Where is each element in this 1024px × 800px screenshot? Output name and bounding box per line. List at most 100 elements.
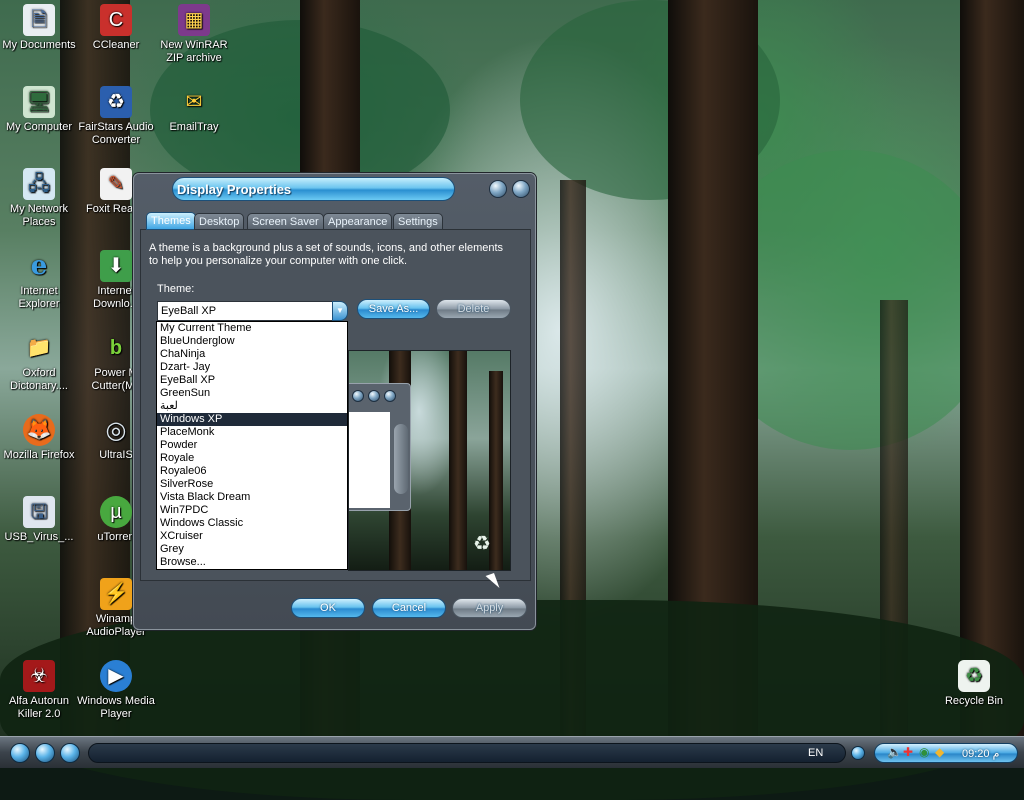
dropdown-item[interactable]: Vista Black Dream xyxy=(157,491,347,504)
email-icon: ✉ xyxy=(185,90,203,113)
disc-icon: ◎ xyxy=(105,416,127,444)
dropdown-item[interactable]: Windows Classic xyxy=(157,517,347,530)
tab-desktop[interactable]: Desktop xyxy=(194,213,245,230)
media-player-icon: ▶ xyxy=(100,660,132,692)
desktop-icon-network-places[interactable]: 🖧 My Network Places xyxy=(0,168,79,229)
theme-preview: ♻ xyxy=(348,350,511,571)
theme-select[interactable]: EyeBall XP xyxy=(157,301,333,321)
desktop-icon-oxford-dictionary[interactable]: 📁 Oxford Dictonary.... xyxy=(0,332,79,393)
utorrent-icon: µ xyxy=(100,496,132,528)
tab-settings[interactable]: Settings xyxy=(393,213,443,230)
tab-appearance[interactable]: Appearance xyxy=(323,213,393,230)
desktop-icon-label: My Computer xyxy=(5,121,73,133)
apply-button[interactable]: Apply xyxy=(452,598,527,618)
folder-icon: 📁 xyxy=(26,336,52,359)
desktop-icon-windows-media-player[interactable]: ▶ Windows Media Player xyxy=(76,660,156,721)
desktop-icon-internet-explorer[interactable]: e Internet Explorer xyxy=(0,250,79,311)
taskbar: EN 🔈 ✚ ◉ ◆ 09:20 م xyxy=(0,736,1024,768)
preview-orb-icon xyxy=(384,390,396,402)
desktop-icon-recycle-bin[interactable]: ♻ Recycle Bin xyxy=(934,660,1014,708)
volume-icon[interactable]: 🔈 xyxy=(887,746,902,758)
close-icon[interactable] xyxy=(512,180,530,198)
theme-dropdown-list: My Current Theme BlueUnderglow ChaNinja … xyxy=(156,321,348,570)
firefox-icon: 🦊 xyxy=(23,414,55,446)
dropdown-item[interactable]: XCruiser xyxy=(157,530,347,543)
usb-drive-icon: 🖫 xyxy=(23,496,55,528)
taskbar-buttons-area[interactable] xyxy=(88,743,846,763)
desktop-icon-label: Internet Explorer xyxy=(18,285,60,310)
desktop-icon-my-documents[interactable]: 🗎 My Documents xyxy=(0,4,79,52)
globe-icon[interactable]: ◉ xyxy=(919,746,929,758)
desktop-icon-alfa-autorun-killer[interactable]: ☣ Alfa Autorun Killer 2.0 xyxy=(0,660,79,721)
desktop-icon-label: Mozilla Firefox xyxy=(3,449,75,461)
desktop-icon-label: New WinRAR ZIP archive xyxy=(160,39,228,64)
chevron-down-icon[interactable]: ▼ xyxy=(332,301,348,321)
audio-converter-icon: ♻ xyxy=(100,86,132,118)
tab-screen-saver[interactable]: Screen Saver xyxy=(247,213,324,230)
security-shield-icon[interactable]: ◆ xyxy=(935,746,944,758)
desktop-icon-label: Foxit Rea xyxy=(86,203,134,215)
desktop-icon-emailtray[interactable]: ✉ EmailTray xyxy=(154,86,234,134)
desktop-icon-label: UltraIS xyxy=(99,449,133,461)
desktop-icon-firefox[interactable]: 🦊 Mozilla Firefox xyxy=(0,414,79,462)
desktop-icon-my-computer[interactable]: 🖥 My Computer xyxy=(0,86,79,134)
desktop-icon-ccleaner[interactable]: C CCleaner xyxy=(76,4,156,52)
virus-killer-icon: ☣ xyxy=(23,660,55,692)
foxit-reader-icon: ✎ xyxy=(100,168,132,200)
clock[interactable]: 09:20 م xyxy=(962,747,999,760)
winamp-icon: ⚡ xyxy=(100,578,132,610)
mp3-cutter-icon: b xyxy=(109,336,123,359)
ok-button[interactable]: OK xyxy=(291,598,365,618)
recycle-bin-icon: ♻ xyxy=(958,660,990,692)
dropdown-item[interactable]: PlaceMonk xyxy=(157,426,347,439)
dropdown-item[interactable]: Win7PDC xyxy=(157,504,347,517)
tray-toggle-icon[interactable] xyxy=(851,746,865,760)
tab-themes[interactable]: Themes xyxy=(146,212,196,230)
dropdown-item[interactable]: SilverRose xyxy=(157,478,347,491)
ccleaner-icon: C xyxy=(100,4,132,36)
quick-launch-orb-icon[interactable] xyxy=(60,743,80,763)
preview-recycle-bin-icon: ♻ xyxy=(473,533,491,555)
dropdown-item[interactable]: ChaNinja xyxy=(157,348,347,361)
network-icon: 🖧 xyxy=(23,168,55,200)
dropdown-item[interactable]: Dzart- Jay xyxy=(157,361,347,374)
minimize-icon[interactable] xyxy=(489,180,507,198)
dropdown-item[interactable]: Royale xyxy=(157,452,347,465)
language-indicator[interactable]: EN xyxy=(808,747,823,759)
delete-button[interactable]: Delete xyxy=(436,299,511,319)
dropdown-item[interactable]: Royale06 xyxy=(157,465,347,478)
quick-launch-orb-icon[interactable] xyxy=(35,743,55,763)
desktop-icon-label: uTorren xyxy=(97,531,135,543)
dropdown-item[interactable]: ﻟﻌﺒﺔ xyxy=(157,400,347,413)
documents-icon: 🗎 xyxy=(23,4,55,36)
dropdown-item-selected[interactable]: Windows XP xyxy=(157,413,347,426)
desktop-icon-label: CCleaner xyxy=(92,39,140,51)
network-tray-icon[interactable]: ✚ xyxy=(903,746,913,758)
theme-description: A theme is a background plus a set of so… xyxy=(149,242,504,267)
download-manager-icon: ⬇ xyxy=(100,250,132,282)
save-as-button[interactable]: Save As... xyxy=(357,299,430,319)
desktop-icon-label: USB_Virus_... xyxy=(4,531,74,543)
cancel-button[interactable]: Cancel xyxy=(372,598,446,618)
dropdown-item[interactable]: EyeBall XP xyxy=(157,374,347,387)
desktop-icon-label: My Network Places xyxy=(9,203,69,228)
dropdown-item[interactable]: Grey xyxy=(157,543,347,556)
dropdown-item[interactable]: My Current Theme xyxy=(157,322,347,335)
window-title: Display Properties xyxy=(177,182,292,197)
preview-orb-icon xyxy=(368,390,380,402)
preview-orb-icon xyxy=(352,390,364,402)
dropdown-item[interactable]: GreenSun xyxy=(157,387,347,400)
theme-label: Theme: xyxy=(157,283,195,295)
desktop-icon-winrar[interactable]: ▦ New WinRAR ZIP archive xyxy=(154,4,234,65)
dropdown-item-browse[interactable]: Browse... xyxy=(157,556,347,569)
start-orb-icon[interactable] xyxy=(10,743,30,763)
preview-window-content xyxy=(349,412,390,508)
winrar-archive-icon: ▦ xyxy=(178,4,210,36)
desktop-icon-label: Alfa Autorun Killer 2.0 xyxy=(9,695,69,720)
dropdown-item[interactable]: Powder xyxy=(157,439,347,452)
desktop-icon-fairstars[interactable]: ♻ FairStars Audio Converter xyxy=(76,86,156,147)
desktop-icon-label: Oxford Dictonary.... xyxy=(10,367,68,392)
desktop-icon-label: EmailTray xyxy=(169,121,219,133)
desktop-icon-usb-virus[interactable]: 🖫 USB_Virus_... xyxy=(0,496,79,544)
dropdown-item[interactable]: BlueUnderglow xyxy=(157,335,347,348)
